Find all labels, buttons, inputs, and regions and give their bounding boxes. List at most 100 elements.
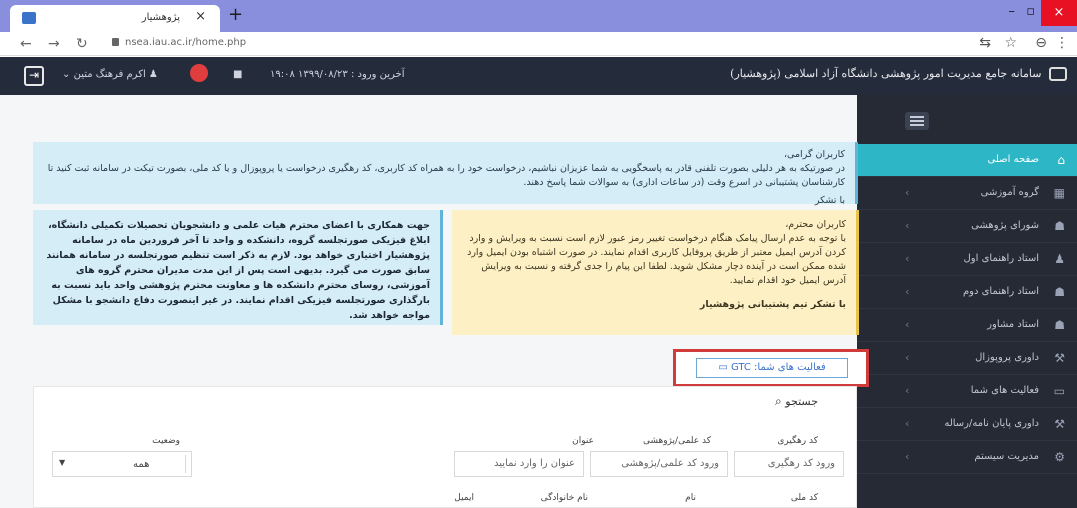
home-icon: ⌂ [1057,153,1065,167]
sidebar-item[interactable]: ☗ استاد راهنمای دوم ‹ [857,276,1077,309]
status-label: وضعیت [152,436,180,446]
activities-button[interactable]: فعالیت های شما: GTC ▭ [696,358,848,378]
url-field[interactable]: nsea.iau.ac.ir/home.php [112,37,246,48]
column-header[interactable]: نام خانوادگی [541,493,588,503]
sidebar-item-label: داوری پروپوزال [975,352,1039,363]
sidebar-item-label: مدیریت سیستم [974,451,1039,462]
menu-dots-icon[interactable]: ⋮ [1055,35,1069,51]
tab-title: پژوهشیار [141,12,180,23]
users-icon: ☗ [1054,219,1065,233]
new-tab-icon[interactable]: + [228,4,243,25]
sidebar: ⌂ صفحه اصلی ▦ گروه آموزشی ‹ ☗ شورای پژوهشی ‹ ♟ اس… [857,95,1077,508]
activity-label: فعالیت های شما: GTC [730,362,826,373]
alert-title: کاربران محترم، [785,219,846,230]
favicon-icon [22,12,36,24]
user-icon: ♟ [1054,252,1065,266]
sidebar-item[interactable]: ▭ فعالیت های شما ‹ [857,375,1077,408]
alert-info-meeting: جهت همکاری با اعضای محترم هیات علمی و دا… [33,210,443,325]
sidebar-item[interactable]: ☗ شورای پژوهشی ‹ [857,210,1077,243]
maximize-icon[interactable]: ▫ [1026,4,1035,19]
sidebar-item[interactable]: ☗ استاد مشاور ‹ [857,309,1077,342]
lock-icon [112,38,119,46]
sidebar-item[interactable]: ▦ گروه آموزشی ‹ [857,177,1077,210]
status-value: همه [133,459,150,470]
researcher-input[interactable]: ورود کد علمی/پژوهشی [590,451,728,477]
chevron-left-icon: ‹ [905,252,910,265]
activity-highlight: فعالیت های شما: GTC ▭ [673,349,869,387]
sidebar-item-label: استاد راهنمای دوم [962,286,1039,297]
sidebar-item-label: گروه آموزشی [980,187,1039,198]
search-panel: جستجو ⌕ کد رهگیری کد علمی/پژوهشی عنوان و… [33,386,857,508]
status-select[interactable]: ▼ همه [52,451,192,477]
forward-icon[interactable]: → [48,36,60,52]
chevron-left-icon: ‹ [905,285,910,298]
profile-icon[interactable]: ⊖ [1035,35,1047,51]
alert-body: با توجه به عدم ارسال پیامک هنگام درخواست… [467,233,846,286]
brand-title[interactable]: سامانه جامع مدیریت امور پژوهشی دانشگاه آ… [730,67,1067,81]
notification-badge-icon[interactable] [190,64,208,82]
video-icon[interactable]: ■ [233,69,242,80]
sidebar-item[interactable]: ⌂ صفحه اصلی [857,144,1077,177]
sidebar-item[interactable]: ⚒ داوری پایان نامه/رساله ‹ [857,408,1077,441]
tracking-input[interactable]: ورود کد رهگیری [734,451,844,477]
hamburger-menu-icon[interactable] [905,112,929,130]
reload-icon[interactable]: ↻ [76,36,88,52]
gavel-icon: ⚒ [1054,417,1065,431]
gears-icon: ⚙ [1054,450,1065,464]
caret-down-icon: ▼ [59,458,66,467]
search-icon: ⌕ [775,394,782,408]
translate-icon[interactable]: ⇆ [979,35,991,51]
chevron-left-icon: ‹ [905,351,910,364]
browser-tab-bar: پژوهشیار × + – ▫ × [0,0,1077,32]
column-header[interactable]: نام [685,493,696,503]
gavel-icon: ⚒ [1054,351,1065,365]
url-text: nsea.iau.ac.ir/home.php [125,37,247,48]
chevron-left-icon: ‹ [905,384,910,397]
back-icon[interactable]: ← [20,36,32,52]
sidebar-item-label: استاد مشاور [987,319,1039,330]
sidebar-item[interactable]: ♟ استاد راهنمای اول ‹ [857,243,1077,276]
alert-signoff: با تشکر [814,195,845,206]
alert-warning-email: کاربران محترم، با توجه به عدم ارسال پیام… [452,210,859,335]
brand-text: سامانه جامع مدیریت امور پژوهشی دانشگاه آ… [730,67,1042,80]
title-input[interactable]: عنوان را وارد نمایید [454,451,584,477]
alert-info-top: کاربران گرامی، در صورتیکه به هر دلیلی بص… [33,142,858,206]
users-icon: ☗ [1054,318,1065,332]
search-title: جستجو ⌕ [771,394,818,409]
minimize-icon[interactable]: – [1009,4,1016,19]
sidebar-item-label: استاد راهنمای اول [963,253,1039,264]
sidebar-item-label: داوری پایان نامه/رساله [944,418,1039,429]
sidebar-item-label: شورای پژوهشی [971,220,1039,231]
column-header[interactable]: کد ملی [791,493,818,503]
window-icon: ▭ [718,362,728,373]
tab-close-icon[interactable]: × [195,9,206,24]
list-icon: ▭ [1053,384,1065,398]
search-title-text: جستجو [785,395,818,408]
chevron-left-icon: ‹ [905,318,910,331]
logout-icon[interactable]: ⇥ [24,66,44,86]
chevron-down-icon: ⌄ [62,69,71,80]
brand-logo-icon [1049,67,1067,81]
bookmark-star-icon[interactable]: ☆ [1004,35,1017,51]
tracking-label: کد رهگیری [777,436,818,446]
column-header[interactable]: ایمیل [454,493,474,503]
sidebar-item-label: فعالیت های شما [970,385,1039,396]
address-bar: ← → ↻ nsea.iau.ac.ir/home.php ⇆ ☆ ⊖ ⋮ [0,32,1077,56]
sidebar-item[interactable]: ⚒ داوری پروپوزال ‹ [857,342,1077,375]
user-icon: ♟ [148,69,158,80]
chevron-left-icon: ‹ [905,450,910,463]
sidebar-item[interactable]: ⚙ مدیریت سیستم ‹ [857,441,1077,474]
sidebar-item-label: صفحه اصلی [987,154,1039,165]
alert-body: جهت همکاری با اعضای محترم هیات علمی و دا… [46,220,430,321]
window-close-icon[interactable]: × [1041,0,1077,26]
app-header: ⇥ ⌄ اکرم فرهنگ متین ♟ ■ آخرین ورود : ۱۳۹… [0,57,1077,95]
user-dropdown[interactable]: ⌄ اکرم فرهنگ متین ♟ [62,69,158,80]
alert-signoff: با تشکر تیم پشتیبانی پژوهشیار [699,299,846,310]
alert-body: در صورتیکه به هر دلیلی بصورت تلفنی قادر … [47,163,845,188]
users-icon: ☗ [1054,285,1065,299]
browser-tab[interactable]: پژوهشیار × [10,5,220,32]
last-login: آخرین ورود : ۱۳۹۹/۰۸/۲۳ ۱۹:۰۸ [270,69,405,80]
alert-title: کاربران گرامی، [783,149,845,160]
chevron-left-icon: ‹ [905,417,910,430]
select-divider [185,455,186,473]
